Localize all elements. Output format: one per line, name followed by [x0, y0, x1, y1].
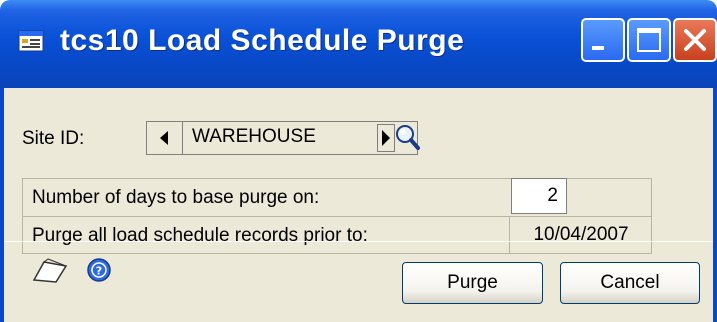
days-label: Number of days to base purge on: [32, 187, 320, 208]
minimize-icon [592, 46, 604, 50]
close-icon [684, 29, 706, 51]
lookup-icon[interactable] [394, 123, 420, 151]
maximize-icon [637, 28, 661, 52]
days-input[interactable]: 2 [511, 178, 567, 214]
browse-previous-icon[interactable] [158, 130, 172, 146]
minimize-button[interactable] [581, 18, 625, 62]
footer-divider [4, 241, 713, 242]
note-icon[interactable] [30, 258, 70, 284]
site-id-value: WAREHOUSE [192, 126, 316, 147]
close-button[interactable] [673, 18, 717, 62]
title-bar: tcs10 Load Schedule Purge [0, 0, 717, 88]
window-app-icon [18, 30, 44, 52]
prior-date-value: 10/04/2007 [509, 216, 652, 254]
cancel-button[interactable]: Cancel [560, 262, 700, 304]
window-title: tcs10 Load Schedule Purge [60, 24, 465, 57]
svg-text:?: ? [96, 265, 102, 278]
maximize-button[interactable] [627, 18, 671, 62]
prior-date-label: Purge all load schedule records prior to… [32, 225, 368, 246]
browse-next-icon[interactable] [377, 124, 395, 152]
help-icon[interactable]: ? [86, 257, 112, 283]
site-id-divider [182, 121, 183, 155]
site-id-label: Site ID: [22, 128, 85, 149]
purge-button[interactable]: Purge [402, 262, 543, 304]
